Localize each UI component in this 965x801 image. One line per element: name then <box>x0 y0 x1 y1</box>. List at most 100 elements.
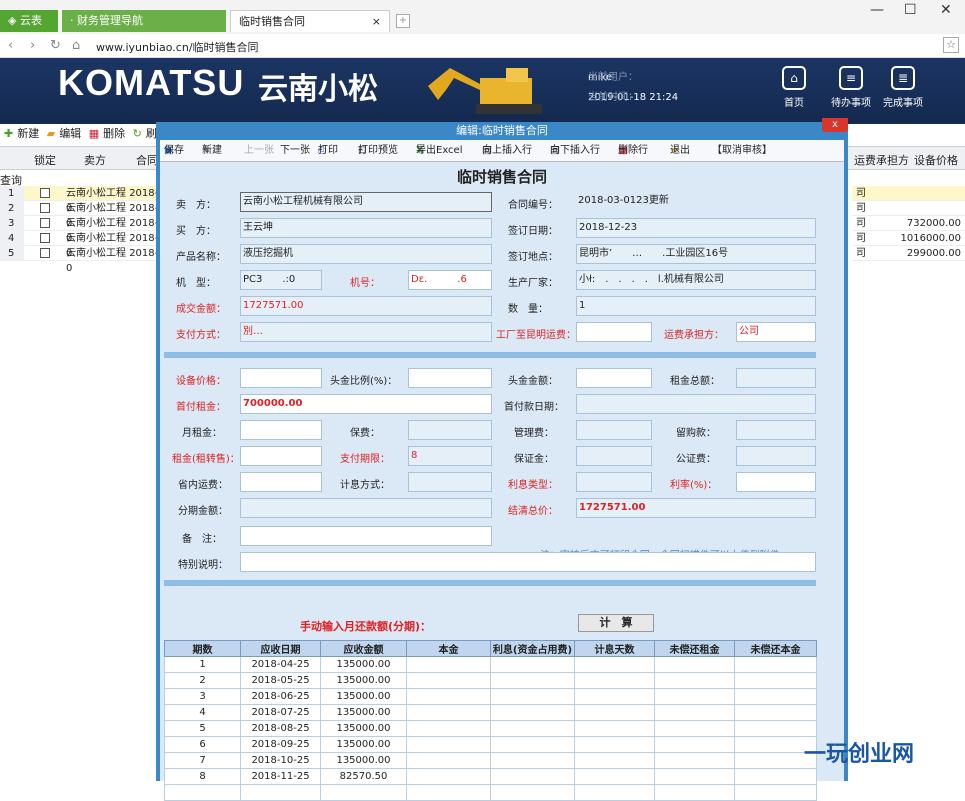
table-row[interactable]: 2 2018-05-25 135000.00 <box>164 672 817 689</box>
manufacturer-label: 生产厂家： <box>508 278 558 289</box>
refresh-icon: ↻ <box>132 127 142 140</box>
seller-field[interactable]: 云南小松工程机械有限公司 <box>240 192 492 212</box>
rent-total-field[interactable] <box>736 368 816 388</box>
table-row[interactable]: 6 2018-09-25 135000.00 <box>164 736 817 753</box>
deposit-label: 保证金： <box>514 454 554 465</box>
down-ratio-field[interactable] <box>408 368 492 388</box>
new-button[interactable]: 新建 <box>17 127 39 140</box>
notary-field[interactable] <box>736 446 816 466</box>
local-freight-field[interactable] <box>240 472 322 492</box>
forward-icon[interactable]: › <box>30 38 35 53</box>
tab-finance-nav[interactable]: · 财务管理导航 <box>62 10 226 32</box>
brand-name: 云南小松 <box>258 72 378 107</box>
col-seller: 卖方 <box>84 154 106 167</box>
buyback-field[interactable] <box>736 420 816 440</box>
table-row[interactable]: 8 2018-11-25 82570.50 <box>164 768 817 785</box>
freight-field[interactable] <box>576 322 652 342</box>
list-row[interactable]: 2 云南小松工程 2018-0 <box>0 201 160 229</box>
table-row[interactable]: 4 2018-07-25 135000.00 <box>164 704 817 721</box>
machine-no-field[interactable]: Dε. .6 <box>408 270 492 290</box>
browser-tabbar: ◈ 云表 · 财务管理导航 临时销售合同 × + — ☐ ✕ <box>0 0 965 34</box>
rent-total-label: 租金总额： <box>670 376 720 387</box>
address-bar: ‹ › ↻ ⌂ www.iyunbiao.cn/临时销售合同 ☆ <box>0 34 965 58</box>
manual-repay-label: 手动输入月还款额(分期)： <box>300 620 432 633</box>
rate-field[interactable] <box>736 472 816 492</box>
lock-checkbox[interactable] <box>40 233 50 243</box>
buyer-field[interactable]: 王云坤 <box>240 218 492 238</box>
table-row[interactable]: 7 2018-10-25 135000.00 <box>164 752 817 769</box>
payment-field[interactable]: 別… <box>240 322 492 342</box>
sign-date-field[interactable]: 2018-12-23 <box>576 218 816 238</box>
qty-field[interactable]: 1 <box>576 296 816 316</box>
installment-field[interactable] <box>240 498 492 518</box>
cancel-audit-button[interactable]: 【取消审核】 <box>712 140 772 162</box>
tab-yunbiao[interactable]: ◈ 云表 <box>0 10 58 32</box>
tab-sales-contract[interactable]: 临时销售合同 × <box>230 10 390 32</box>
star-icon[interactable]: ☆ <box>943 37 959 53</box>
first-pay-date-field[interactable] <box>576 394 816 414</box>
local-freight-label: 省内运费： <box>178 480 228 491</box>
manufacturer-field[interactable]: 小ł: . . . . l.机械有限公司 <box>576 270 816 290</box>
monthly-rent-field[interactable] <box>240 420 322 440</box>
maximize-icon[interactable]: ☐ <box>904 2 917 18</box>
insurance-field[interactable] <box>408 420 492 440</box>
list-row[interactable]: 5 云南小松工程 2018-0 <box>0 246 160 274</box>
list-row[interactable]: 3 云南小松工程 2018-0 <box>0 216 160 244</box>
new-tab-button[interactable]: + <box>396 14 410 28</box>
lock-checkbox[interactable] <box>40 248 50 258</box>
buyback-label: 留购款： <box>676 428 716 439</box>
tab-close-icon[interactable]: × <box>372 11 381 33</box>
settle-field[interactable]: 1727571.00 <box>576 498 816 518</box>
nav-done-button[interactable]: ≣ 完成事项 <box>875 66 931 109</box>
model-field[interactable]: PC3 .:0 <box>240 270 322 290</box>
deposit-field[interactable] <box>576 446 652 466</box>
list-row[interactable]: 1 云南小松工程 2018-0 <box>0 186 160 214</box>
first-rent-field[interactable]: 700000.00 <box>240 394 492 414</box>
close-window-icon[interactable]: ✕ <box>940 2 952 18</box>
periods-field[interactable]: 8 <box>408 446 492 466</box>
prev-button[interactable]: 上一张 <box>244 140 274 162</box>
lock-checkbox[interactable] <box>40 188 50 198</box>
first-pay-date-label: 首付款日期： <box>504 402 564 413</box>
amount-field[interactable]: 1727571.00 <box>240 296 492 316</box>
dialog-close-button[interactable]: x <box>822 118 848 132</box>
product-field[interactable]: 液压挖掘机 <box>240 244 492 264</box>
refresh-icon[interactable]: ↻ <box>50 38 61 53</box>
list-row-right: 司 299000.00 <box>852 246 965 261</box>
lock-checkbox[interactable] <box>40 218 50 228</box>
url-input[interactable]: www.iyunbiao.cn/临时销售合同 <box>96 39 259 55</box>
minimize-icon[interactable]: — <box>870 2 884 18</box>
freight-payer-field[interactable]: 公司 <box>736 322 816 342</box>
col-contract: 合同 <box>136 154 158 167</box>
sign-place-field[interactable]: 昆明市’ … .工业园区16号 <box>576 244 816 264</box>
remark-label: 备 注： <box>182 534 222 545</box>
special-field[interactable] <box>240 552 816 572</box>
edit-button[interactable]: 编辑 <box>59 127 81 140</box>
list-row[interactable]: 4 云南小松工程 2018-0 <box>0 231 160 259</box>
mgmt-fee-field[interactable] <box>576 420 652 440</box>
interest-type-field[interactable] <box>576 472 652 492</box>
table-row[interactable]: 3 2018-06-25 135000.00 <box>164 688 817 705</box>
list-row-right: 司 <box>852 201 965 216</box>
back-icon[interactable]: ‹ <box>8 38 13 53</box>
schedule-table: 期数 应收日期 应收金额 本金 利息(资金占用费) 计息天数 未偿还租金 未偿还… <box>164 640 817 801</box>
device-price-field[interactable] <box>240 368 322 388</box>
down-amount-field[interactable] <box>576 368 652 388</box>
nav-home-button[interactable]: ⌂ 首页 <box>766 66 822 109</box>
next-button[interactable]: 下一张 <box>280 140 310 162</box>
table-row[interactable] <box>164 784 817 801</box>
diamond-icon: ◈ <box>8 14 20 27</box>
calculate-button[interactable]: 计 算 <box>578 614 654 632</box>
rent-sale-field[interactable] <box>240 446 322 466</box>
dialog-toolbar: ▣ 保存 ✎ 新建 上一张 下一张 ⎙ 打印 ⊡ 打印预览 X 导出Excel ▤ 向上插入… <box>160 140 844 162</box>
remark-field[interactable] <box>240 526 492 546</box>
sign-date-label: 签订日期： <box>508 226 558 237</box>
delete-button[interactable]: 删除 <box>103 127 125 140</box>
home-icon[interactable]: ⌂ <box>72 38 80 53</box>
form-title: 临时销售合同 <box>456 168 547 186</box>
table-row[interactable]: 1 2018-04-25 135000.00 <box>164 656 817 673</box>
interest-method-field[interactable] <box>408 472 492 492</box>
nav-todo-button[interactable]: ≡ 待办事项 <box>823 66 879 109</box>
table-row[interactable]: 5 2018-08-25 135000.00 <box>164 720 817 737</box>
lock-checkbox[interactable] <box>40 203 50 213</box>
